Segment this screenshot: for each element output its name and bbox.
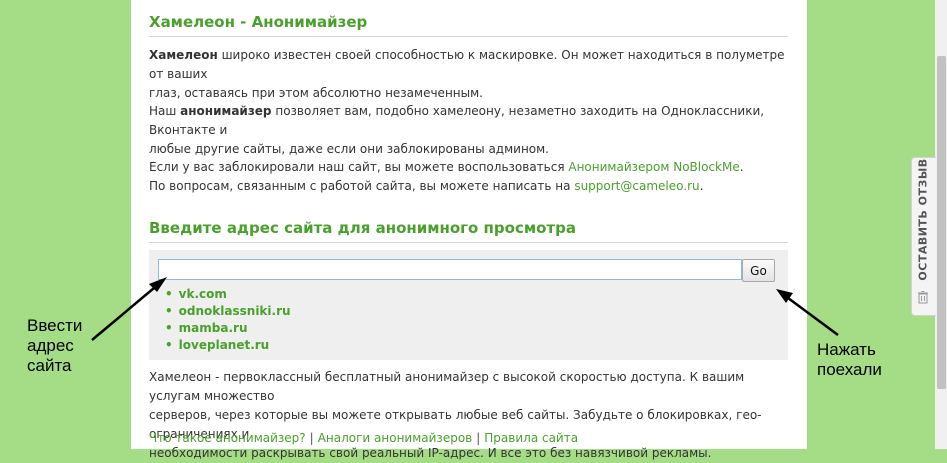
feedback-label: ОСТАВИТЬ ОТЗЫВ (916, 158, 930, 281)
arrow-to-input (91, 282, 161, 341)
annotation-arrows (91, 277, 839, 341)
scrollbar-thumb[interactable] (937, 56, 946, 389)
feedback-label-wrap: ОСТАВИТЬ ОТЗЫВ (911, 157, 935, 282)
trash-can-icon (918, 291, 928, 304)
arrow-to-go-button (783, 293, 839, 337)
